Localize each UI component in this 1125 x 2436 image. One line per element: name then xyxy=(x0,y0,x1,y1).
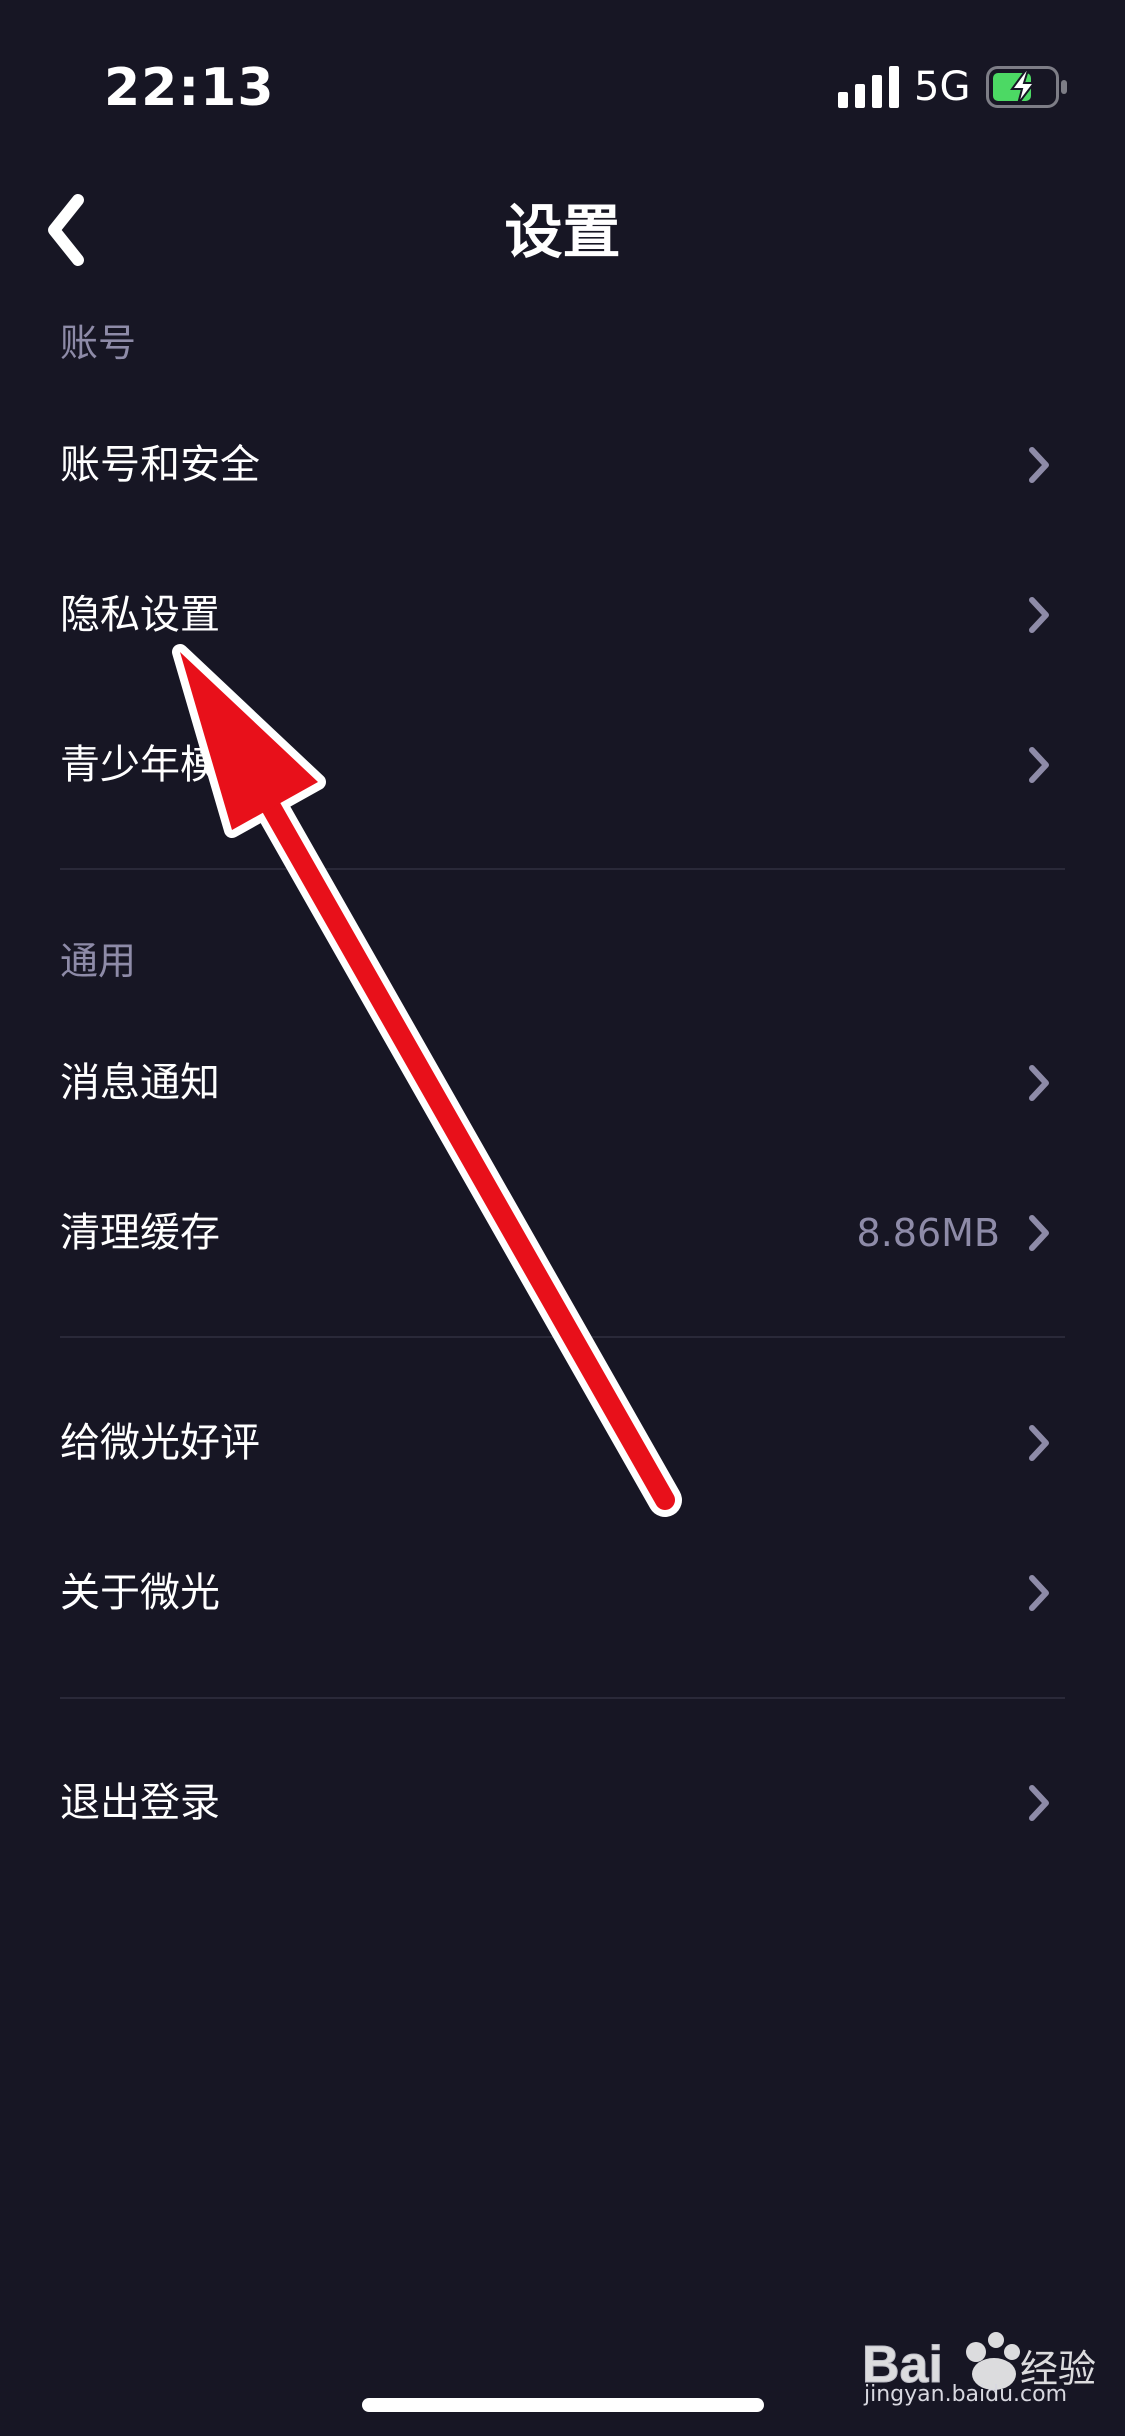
chevron-right-icon xyxy=(1029,1065,1049,1101)
row-label: 清理缓存 xyxy=(60,1210,220,1256)
navigation-bar: 设置 xyxy=(0,170,1125,294)
cache-size-value: 8.86MB xyxy=(856,1211,1000,1255)
settings-row-rate-app[interactable]: 给微光好评 xyxy=(0,1368,1125,1518)
section-divider xyxy=(60,868,1065,870)
section-divider xyxy=(60,1697,1065,1699)
row-label: 账号和安全 xyxy=(60,442,260,488)
status-time: 22:13 xyxy=(104,58,275,118)
section-header-account: 账号 xyxy=(60,321,137,365)
row-label: 退出登录 xyxy=(60,1780,220,1826)
watermark-url: jingyan.baidu.com xyxy=(864,2382,1068,2407)
row-label: 隐私设置 xyxy=(60,592,220,638)
status-bar: 22:13 5G xyxy=(0,0,1125,170)
chevron-right-icon xyxy=(1029,1785,1049,1821)
settings-row-privacy[interactable]: 隐私设置 xyxy=(0,540,1125,690)
chevron-right-icon xyxy=(1029,1215,1049,1251)
settings-row-notifications[interactable]: 消息通知 xyxy=(0,1008,1125,1158)
row-label: 消息通知 xyxy=(60,1060,220,1106)
row-label: 青少年模式 xyxy=(60,742,260,788)
chevron-right-icon xyxy=(1029,1425,1049,1461)
chevron-right-icon xyxy=(1029,597,1049,633)
chevron-right-icon xyxy=(1029,747,1049,783)
settings-screen: 22:13 5G 设置 账号 账号和安全 隐私设置 青少年模式 通用 消息通知 … xyxy=(0,0,1125,2436)
row-label: 关于微光 xyxy=(60,1570,220,1616)
settings-row-account-security[interactable]: 账号和安全 xyxy=(0,390,1125,540)
row-label: 给微光好评 xyxy=(60,1420,260,1466)
section-divider xyxy=(60,1336,1065,1338)
page-title: 设置 xyxy=(504,198,621,266)
network-type: 5G xyxy=(914,64,971,110)
battery-charging-icon xyxy=(986,66,1067,108)
home-indicator[interactable] xyxy=(362,2398,764,2412)
signal-bars-icon xyxy=(838,66,899,108)
settings-row-logout[interactable]: 退出登录 xyxy=(0,1728,1125,1878)
chevron-right-icon xyxy=(1029,1575,1049,1611)
section-header-general: 通用 xyxy=(60,939,137,983)
settings-row-teen-mode[interactable]: 青少年模式 xyxy=(0,690,1125,840)
settings-row-clear-cache[interactable]: 清理缓存 8.86MB xyxy=(0,1158,1125,1308)
settings-row-about[interactable]: 关于微光 xyxy=(0,1518,1125,1668)
chevron-right-icon xyxy=(1029,447,1049,483)
